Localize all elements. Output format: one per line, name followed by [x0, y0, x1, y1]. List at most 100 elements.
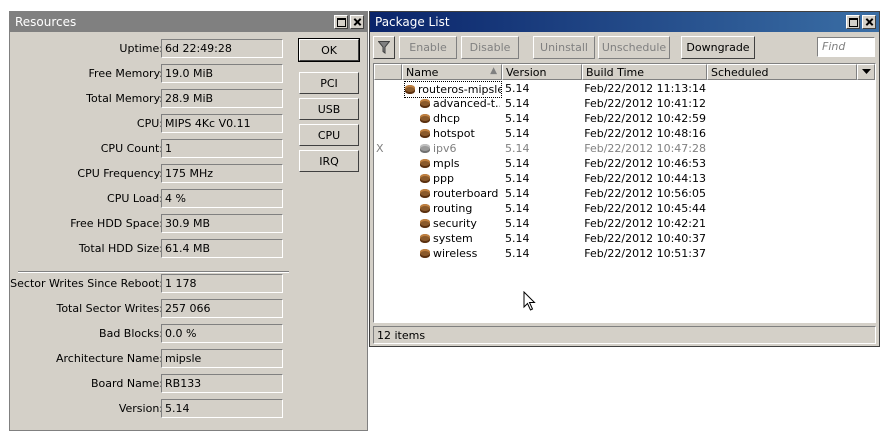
row-name-cell: hotspot: [420, 126, 500, 141]
table-header: Name ▲ Version Build Time Scheduled: [374, 64, 875, 80]
row-version: 5.14: [505, 127, 530, 140]
resource-value: MIPS 4Kc V0.11: [161, 114, 283, 133]
row-scheduled: [710, 186, 855, 201]
package-list-titlebar[interactable]: Package List: [370, 12, 879, 32]
table-row[interactable]: system 5.14 Feb/22/2012 10:40:37: [374, 231, 875, 246]
row-version: 5.14: [505, 187, 530, 200]
row-name: system: [433, 232, 473, 245]
row-name-cell: system: [420, 231, 500, 246]
resource-label: Total HDD Size:: [78, 242, 163, 255]
package-icon: [420, 249, 430, 258]
table-row[interactable]: ppp 5.14 Feb/22/2012 10:44:13: [374, 171, 875, 186]
row-build-time: Feb/22/2012 10:42:59: [584, 112, 706, 125]
row-flag: [376, 231, 400, 246]
row-name: security: [433, 217, 477, 230]
row-scheduled: [710, 246, 855, 261]
table-row[interactable]: mpls 5.14 Feb/22/2012 10:46:53: [374, 156, 875, 171]
maximize-icon[interactable]: [334, 15, 348, 29]
table-row[interactable]: routeros-mipsle 5.14 Feb/22/2012 11:13:14: [374, 81, 875, 98]
col-version[interactable]: Version: [502, 64, 582, 80]
row-name-cell: ipv6: [420, 141, 500, 156]
row-scheduled: [710, 171, 855, 186]
table-row[interactable]: wireless 5.14 Feb/22/2012 10:51:37: [374, 246, 875, 261]
col-name[interactable]: Name ▲: [402, 64, 502, 80]
filter-button[interactable]: [373, 36, 395, 59]
row-build-time: Feb/22/2012 10:47:28: [584, 142, 706, 155]
col-flag[interactable]: [374, 64, 402, 80]
resource-value: 19.0 MiB: [161, 64, 283, 83]
table-row[interactable]: routing 5.14 Feb/22/2012 10:45:44: [374, 201, 875, 216]
col-build-time[interactable]: Build Time: [582, 64, 707, 80]
col-scheduled[interactable]: Scheduled: [707, 64, 857, 80]
disable-button[interactable]: Disable: [461, 36, 519, 59]
row-version: 5.14: [505, 142, 530, 155]
row-version: 5.14: [505, 172, 530, 185]
resource-value: mipsle: [161, 349, 283, 368]
table-row[interactable]: routerboard 5.14 Feb/22/2012 10:56:05: [374, 186, 875, 201]
table-row[interactable]: security 5.14 Feb/22/2012 10:42:21: [374, 216, 875, 231]
downgrade-button[interactable]: Downgrade: [681, 36, 755, 59]
resource-value: 1: [161, 139, 283, 158]
close-icon[interactable]: [350, 15, 364, 29]
row-name-cell: ppp: [420, 171, 500, 186]
resource-row: Bad Blocks: 0.0 %: [10, 324, 295, 344]
table-row[interactable]: advanced-t... 5.14 Feb/22/2012 10:41:12: [374, 96, 875, 111]
pci-button[interactable]: PCI: [299, 72, 359, 94]
irq-button[interactable]: IRQ: [299, 150, 359, 172]
row-flag: [376, 201, 400, 216]
table-row[interactable]: hotspot 5.14 Feb/22/2012 10:48:16: [374, 126, 875, 141]
usb-button[interactable]: USB: [299, 98, 359, 120]
row-build-time: Feb/22/2012 10:51:37: [584, 247, 706, 260]
resource-value: RB133: [161, 374, 283, 393]
package-icon: [420, 99, 430, 108]
close-icon[interactable]: [862, 15, 876, 29]
row-build-time: Feb/22/2012 10:46:53: [584, 157, 706, 170]
row-name: routing: [433, 202, 473, 215]
row-name-cell: dhcp: [420, 111, 500, 126]
cpu-button[interactable]: CPU: [299, 124, 359, 146]
resource-label: CPU Frequency:: [77, 167, 163, 180]
enable-button[interactable]: Enable: [399, 36, 457, 59]
resource-label: Total Memory:: [86, 92, 163, 105]
column-menu-button[interactable]: [857, 64, 875, 80]
resource-value: 0.0 %: [161, 324, 283, 343]
package-icon: [405, 85, 415, 94]
row-build-time: Feb/22/2012 10:56:05: [584, 187, 706, 200]
resource-value: 4 %: [161, 189, 283, 208]
row-flag: [376, 81, 400, 96]
resource-row: CPU: MIPS 4Kc V0.11: [10, 114, 295, 134]
find-input[interactable]: Find: [817, 37, 875, 57]
row-version: 5.14: [505, 82, 530, 95]
row-flag: [376, 111, 400, 126]
resource-label: Uptime:: [119, 42, 163, 55]
row-scheduled: [710, 111, 855, 126]
row-scheduled: [710, 201, 855, 216]
uninstall-button[interactable]: Uninstall: [533, 36, 595, 59]
resource-label: CPU Count:: [100, 142, 163, 155]
resources-titlebar[interactable]: Resources: [10, 12, 367, 32]
resource-label: CPU Load:: [107, 192, 163, 205]
sort-ascending-icon: ▲: [490, 66, 497, 76]
package-list-window: Package List Enable Disable Uninstall Un…: [369, 11, 880, 347]
resources-window: Resources Uptime: 6d 22:49:28 Free Memory:…: [9, 11, 368, 431]
row-name: advanced-t...: [433, 97, 500, 110]
row-name-cell: wireless: [420, 246, 500, 261]
resource-label: Architecture Name:: [56, 352, 163, 365]
row-build-time: Feb/22/2012 10:44:13: [584, 172, 706, 185]
table-row[interactable]: Xipv6 5.14 Feb/22/2012 10:47:28: [374, 141, 875, 156]
unschedule-button[interactable]: Unschedule: [598, 36, 670, 59]
row-name: ipv6: [433, 142, 457, 155]
resource-value: 175 MHz: [161, 164, 283, 183]
row-name-cell: security: [420, 216, 500, 231]
row-name: dhcp: [433, 112, 460, 125]
row-build-time: Feb/22/2012 10:41:12: [584, 97, 706, 110]
maximize-icon[interactable]: [846, 15, 860, 29]
row-scheduled: [710, 231, 855, 246]
row-name: routeros-mipsle: [418, 83, 502, 96]
table-row[interactable]: dhcp 5.14 Feb/22/2012 10:42:59: [374, 111, 875, 126]
row-scheduled: [710, 96, 855, 111]
package-icon: [420, 234, 430, 243]
resource-label: Version:: [118, 402, 163, 415]
resource-value: 61.4 MB: [161, 239, 283, 258]
ok-button[interactable]: OK: [298, 38, 360, 62]
